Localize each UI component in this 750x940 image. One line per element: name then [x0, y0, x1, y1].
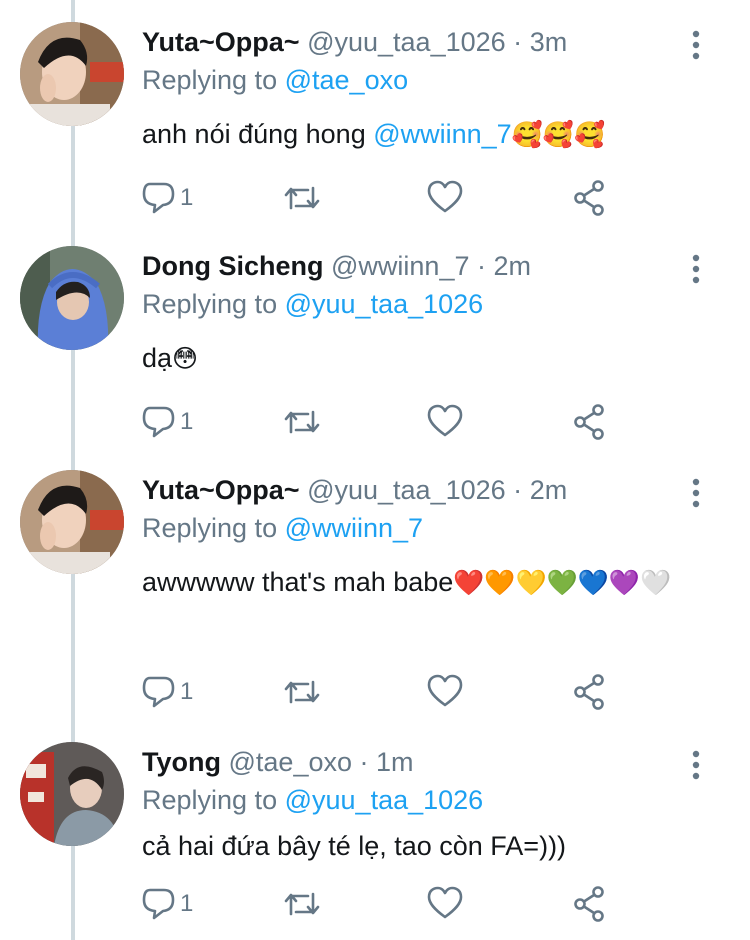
retweet-icon — [284, 410, 320, 434]
avatar[interactable] — [20, 470, 124, 574]
avatar-image — [20, 246, 124, 350]
reply-count: 1 — [180, 184, 194, 211]
timestamp[interactable]: 3m — [530, 27, 568, 57]
share-button[interactable] — [572, 884, 608, 924]
replying-to-mention[interactable]: @tae_oxo — [285, 65, 409, 95]
display-name[interactable]: Yuta~Oppa~ — [142, 475, 300, 505]
replying-to-line: Replying to @wwiinn_7 — [142, 508, 423, 548]
timestamp[interactable]: 1m — [376, 747, 414, 777]
text-emoji: 😳 — [172, 344, 199, 373]
replying-to-label: Replying to — [142, 289, 278, 319]
separator-dot: · — [359, 747, 369, 777]
retweet-button[interactable] — [282, 884, 322, 924]
user-handle[interactable]: @yuu_taa_1026 — [307, 475, 506, 505]
retweet-icon — [284, 680, 320, 704]
text-emoji: ❤️🧡💛💚💙💜🤍 — [453, 568, 672, 597]
like-button[interactable] — [426, 402, 464, 442]
tweet-text-content: dạ — [142, 343, 173, 373]
tweet-actions: 1 — [0, 884, 750, 924]
avatar-image — [20, 470, 124, 574]
avatar[interactable] — [20, 246, 124, 350]
avatar[interactable] — [20, 22, 124, 126]
display-name[interactable]: Dong Sicheng — [142, 251, 324, 281]
reply-icon — [142, 888, 175, 920]
text-mention[interactable]: @wwiinn_7 — [373, 119, 511, 149]
share-button[interactable] — [572, 178, 608, 218]
like-button[interactable] — [426, 178, 464, 218]
replying-to-mention[interactable]: @yuu_taa_1026 — [285, 785, 484, 815]
reply-button[interactable] — [140, 402, 176, 442]
more-options-icon[interactable] — [686, 252, 706, 286]
tweet-header: Yuta~Oppa~ @yuu_taa_1026 · 2m — [142, 470, 567, 510]
reply-button[interactable] — [140, 884, 176, 924]
replying-to-line: Replying to @tae_oxo — [142, 60, 408, 100]
retweet-button[interactable] — [282, 672, 322, 712]
tweet-actions: 1 — [0, 402, 750, 442]
share-icon — [574, 886, 604, 922]
display-name[interactable]: Tyong — [142, 747, 221, 777]
avatar[interactable] — [20, 742, 124, 846]
reply-button[interactable] — [140, 672, 176, 712]
replying-to-mention[interactable]: @wwiinn_7 — [285, 513, 423, 543]
like-icon — [427, 404, 463, 437]
like-icon — [427, 674, 463, 707]
separator-dot: · — [513, 475, 523, 505]
tweet-header: Dong Sicheng @wwiinn_7 · 2m — [142, 246, 531, 286]
avatar-image — [20, 742, 124, 846]
user-handle[interactable]: @tae_oxo — [229, 747, 353, 777]
text-emoji: 🥰🥰🥰 — [511, 120, 606, 149]
reply-button[interactable] — [140, 178, 176, 218]
replying-to-label: Replying to — [142, 65, 278, 95]
tweet-text-content: awwwww that's mah babe — [142, 567, 454, 597]
more-options-icon[interactable] — [686, 28, 706, 62]
tweet-text-content: anh nói đúng hong — [142, 119, 374, 149]
replying-to-line: Replying to @yuu_taa_1026 — [142, 284, 483, 324]
tweet-header: Yuta~Oppa~ @yuu_taa_1026 · 3m — [142, 22, 567, 62]
tweet-text-content: cả hai đứa bây té lẹ, tao còn FA=))) — [142, 831, 567, 861]
reply-icon — [142, 406, 175, 438]
retweet-icon — [284, 892, 320, 916]
more-options-icon[interactable] — [686, 748, 706, 782]
like-icon — [427, 886, 463, 919]
replying-to-line: Replying to @yuu_taa_1026 — [142, 780, 483, 820]
share-icon — [574, 180, 604, 216]
tweet-text: cả hai đứa bây té lẹ, tao còn FA=))) — [142, 822, 702, 870]
tweet-header: Tyong @tae_oxo · 1m — [142, 742, 414, 782]
separator-dot: · — [513, 27, 523, 57]
retweet-button[interactable] — [282, 402, 322, 442]
share-button[interactable] — [572, 402, 608, 442]
like-icon — [427, 180, 463, 213]
separator-dot: · — [477, 251, 486, 281]
like-button[interactable] — [426, 672, 464, 712]
reply-icon — [142, 676, 175, 708]
tweet-text: awwwww that's mah babe❤️🧡💛💚💙💜🤍 — [142, 558, 687, 607]
share-icon — [574, 674, 604, 710]
share-icon — [574, 404, 604, 440]
more-options-icon[interactable] — [686, 476, 706, 510]
timestamp[interactable]: 2m — [530, 475, 568, 505]
display-name[interactable]: Yuta~Oppa~ — [142, 27, 300, 57]
replying-to-mention[interactable]: @yuu_taa_1026 — [285, 289, 484, 319]
reply-count: 1 — [180, 678, 194, 705]
tweet-text: dạ😳 — [142, 334, 702, 383]
avatar-image — [20, 22, 124, 126]
replying-to-label: Replying to — [142, 785, 278, 815]
tweet-actions: 1 — [0, 672, 750, 712]
reply-count: 1 — [180, 890, 194, 917]
tweet-text: anh nói đúng hong @wwiinn_7🥰🥰🥰 — [142, 110, 702, 159]
share-button[interactable] — [572, 672, 608, 712]
like-button[interactable] — [426, 884, 464, 924]
timestamp[interactable]: 2m — [494, 251, 532, 281]
retweet-icon — [284, 186, 320, 210]
user-handle[interactable]: @wwiinn_7 — [331, 251, 469, 281]
tweet-actions: 1 — [0, 178, 750, 218]
reply-count: 1 — [180, 408, 194, 435]
replying-to-label: Replying to — [142, 513, 278, 543]
reply-icon — [142, 182, 175, 214]
retweet-button[interactable] — [282, 178, 322, 218]
user-handle[interactable]: @yuu_taa_1026 — [307, 27, 506, 57]
